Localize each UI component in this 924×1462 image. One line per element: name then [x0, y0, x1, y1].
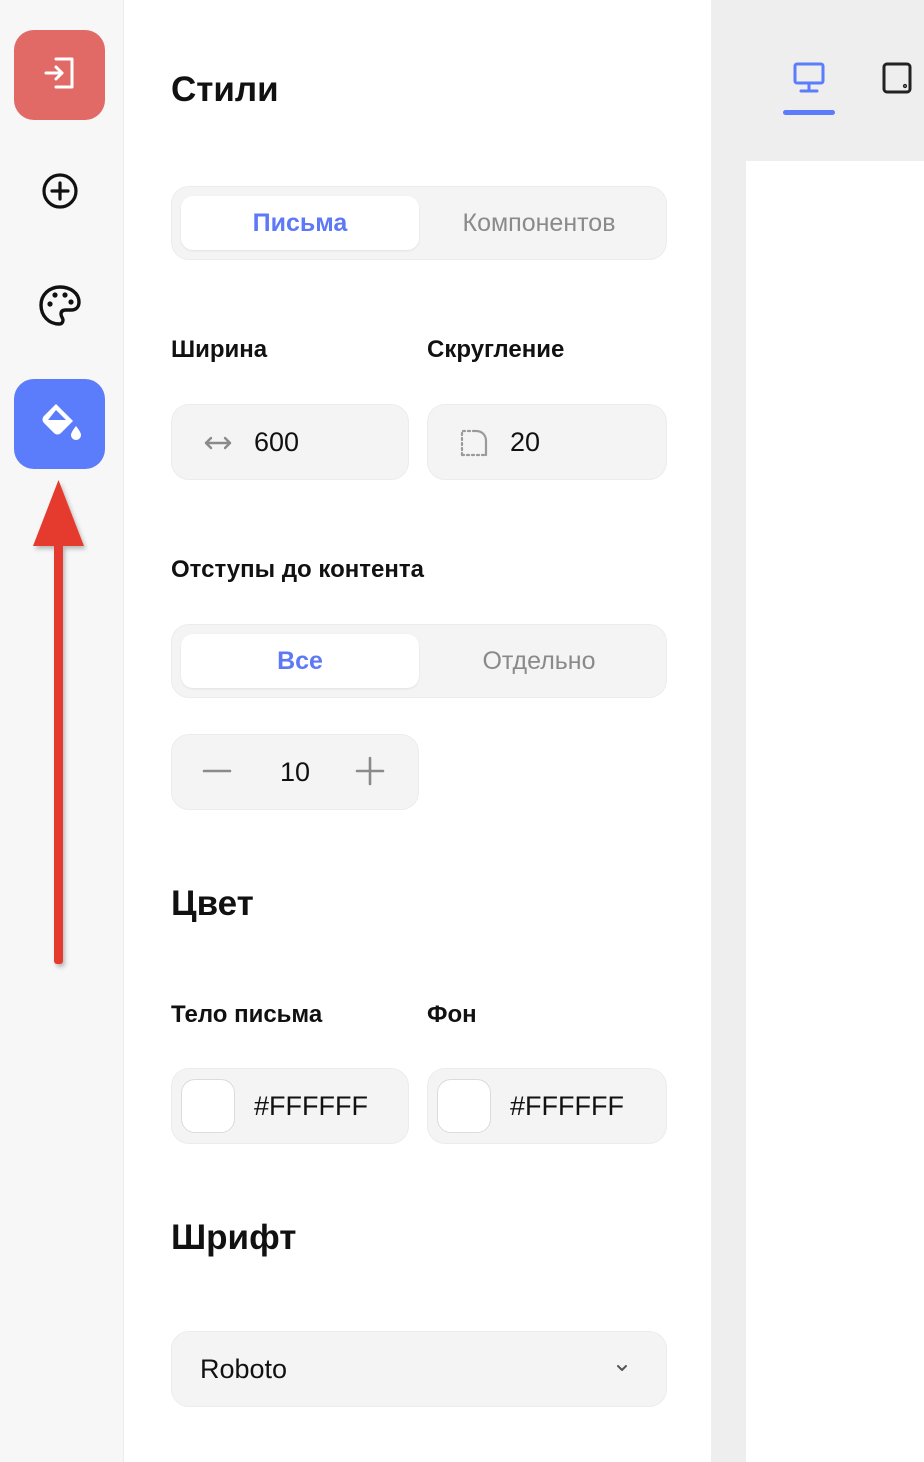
padding-stepper: 10	[171, 734, 419, 810]
color-title: Цвет	[171, 884, 254, 923]
panel-title: Стили	[171, 70, 279, 109]
tablet-icon	[880, 61, 914, 100]
background-color-input[interactable]: #FFFFFF	[427, 1068, 667, 1144]
paint-bucket-icon	[36, 398, 84, 451]
background-color-swatch[interactable]	[437, 1079, 491, 1133]
exit-icon	[40, 53, 80, 98]
add-block-button[interactable]	[14, 148, 105, 238]
monitor-icon	[791, 61, 827, 100]
tab-components[interactable]: Компонентов	[420, 196, 658, 250]
minus-icon	[201, 755, 233, 792]
background-color-label: Фон	[427, 1001, 477, 1028]
plus-icon	[354, 755, 386, 792]
styles-panel: Стили Письма Компонентов Ширина Скруглен…	[124, 0, 711, 1462]
body-color-value: #FFFFFF	[254, 1090, 368, 1121]
radius-value: 20	[510, 426, 541, 457]
padding-mode-separate[interactable]: Отдельно	[420, 634, 658, 688]
body-color-label: Тело письма	[171, 1001, 323, 1028]
styles-button[interactable]	[14, 379, 105, 469]
decrement-button[interactable]	[197, 753, 237, 793]
scope-switch: Письма Компонентов	[171, 186, 667, 260]
body-color-swatch[interactable]	[181, 1079, 235, 1133]
body-color-input[interactable]: #FFFFFF	[171, 1068, 409, 1144]
increment-button[interactable]	[350, 753, 390, 793]
email-canvas[interactable]	[746, 161, 924, 1462]
background-color-value: #FFFFFF	[510, 1090, 624, 1121]
preview-area	[711, 0, 924, 1462]
padding-mode-switch: Все Отдельно	[171, 624, 667, 698]
palette-icon	[37, 283, 83, 334]
chevron-down-icon	[614, 1360, 630, 1381]
padding-value[interactable]: 10	[252, 735, 338, 809]
exit-button[interactable]	[14, 30, 105, 120]
plus-circle-icon	[40, 171, 80, 216]
font-select[interactable]: Roboto	[171, 1331, 667, 1407]
radius-label: Скругление	[427, 336, 565, 363]
arrows-horizontal-icon	[202, 427, 234, 459]
device-desktop-button[interactable]	[783, 58, 835, 102]
font-select-value: Roboto	[200, 1353, 288, 1384]
corner-radius-icon	[458, 427, 490, 459]
padding-mode-all[interactable]: Все	[181, 634, 419, 688]
active-device-indicator	[783, 110, 835, 115]
width-input[interactable]: 600	[171, 404, 409, 480]
tab-letter[interactable]: Письма	[181, 196, 419, 250]
radius-input[interactable]: 20	[427, 404, 667, 480]
font-title: Шрифт	[171, 1218, 297, 1257]
padding-label: Отступы до контента	[171, 556, 424, 583]
width-value: 600	[254, 426, 300, 457]
theme-button[interactable]	[14, 263, 105, 353]
tool-rail	[0, 0, 124, 1462]
annotation-arrow	[30, 476, 90, 981]
device-tablet-button[interactable]	[871, 58, 923, 102]
width-label: Ширина	[171, 336, 268, 363]
